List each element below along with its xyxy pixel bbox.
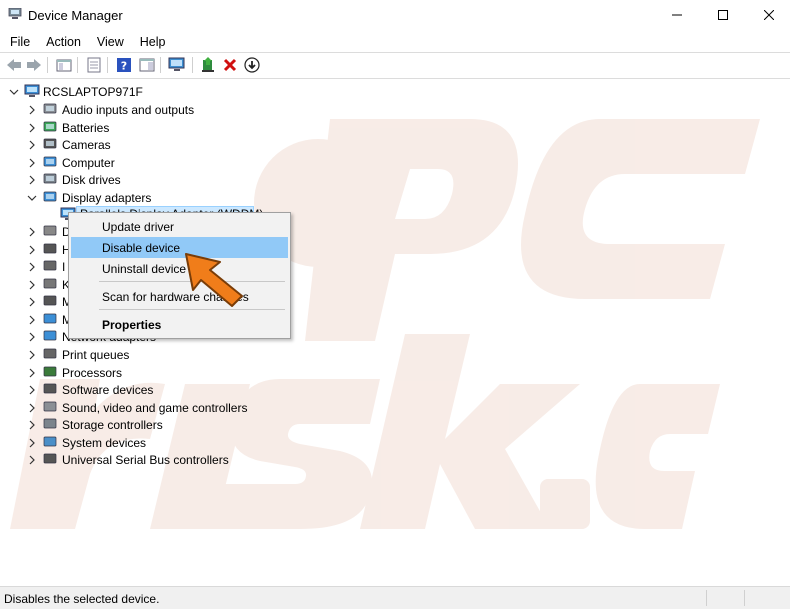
- chevron-right-icon[interactable]: [27, 245, 37, 255]
- chevron-right-icon[interactable]: [27, 227, 37, 237]
- maximize-button[interactable]: [700, 0, 746, 30]
- action-pane-icon[interactable]: [137, 56, 157, 74]
- help-icon[interactable]: ?: [114, 56, 134, 74]
- tree-category-label[interactable]: Print queues: [62, 348, 129, 362]
- network-adapter-icon: [43, 330, 57, 341]
- toolbar-separator: [107, 57, 108, 73]
- toolbar-separator: [160, 57, 161, 73]
- menu-bar: File Action View Help: [0, 32, 790, 52]
- window-title: Device Manager: [28, 8, 123, 23]
- processor-icon: [43, 366, 57, 376]
- disk-drive-icon: [43, 173, 57, 184]
- menu-item-label: Disable device: [102, 241, 181, 255]
- tree-category-label[interactable]: Disk drives: [62, 173, 121, 187]
- usb-icon: [43, 453, 57, 464]
- chevron-right-icon[interactable]: [27, 350, 37, 360]
- menu-item-label: Uninstall device: [102, 262, 187, 276]
- tree-category-label[interactable]: System devices: [62, 436, 146, 450]
- status-divider: [744, 590, 745, 606]
- storage-controller-icon: [43, 418, 57, 429]
- bios-icon: [43, 225, 57, 236]
- update-driver-icon[interactable]: [198, 56, 218, 74]
- chevron-right-icon[interactable]: [27, 385, 37, 395]
- chevron-right-icon[interactable]: [27, 403, 37, 413]
- menu-file[interactable]: File: [4, 35, 36, 49]
- close-button[interactable]: [746, 0, 790, 30]
- tree-category-label[interactable]: Sound, video and game controllers: [62, 401, 247, 415]
- menu-item-properties[interactable]: Properties: [71, 314, 288, 335]
- menu-item-update-driver[interactable]: Update driver: [71, 216, 288, 237]
- tree-category-label[interactable]: Batteries: [62, 121, 109, 135]
- menu-item-label: Update driver: [102, 220, 175, 234]
- forward-icon[interactable]: [24, 56, 44, 74]
- chevron-right-icon[interactable]: [27, 315, 37, 325]
- ide-controller-icon: [43, 260, 57, 271]
- chevron-right-icon[interactable]: [27, 368, 37, 378]
- tree-category-label[interactable]: Cameras: [62, 138, 111, 152]
- tree-category-label[interactable]: Software devices: [62, 383, 153, 397]
- monitor-icon: [43, 313, 57, 323]
- toolbar: ?: [0, 52, 790, 79]
- tree-category-label[interactable]: Audio inputs and outputs: [62, 103, 194, 117]
- chevron-right-icon[interactable]: [27, 420, 37, 430]
- keyboard-hid-icon: [43, 243, 57, 253]
- chevron-right-icon[interactable]: [27, 280, 37, 290]
- chevron-right-icon[interactable]: [27, 438, 37, 448]
- chevron-right-icon[interactable]: [27, 123, 37, 133]
- chevron-right-icon[interactable]: [27, 140, 37, 150]
- keyboard-icon: [43, 278, 57, 288]
- software-device-icon: [43, 383, 57, 394]
- sound-icon: [43, 401, 57, 411]
- chevron-down-icon[interactable]: [27, 193, 37, 203]
- tree-root-label[interactable]: RCSLAPTOP971F: [43, 85, 143, 99]
- status-text: Disables the selected device.: [4, 592, 160, 606]
- menu-item-label: Properties: [102, 318, 162, 332]
- menu-help[interactable]: Help: [134, 35, 172, 49]
- svg-text:?: ?: [121, 60, 127, 73]
- status-bar: Disables the selected device.: [0, 586, 790, 609]
- chevron-right-icon[interactable]: [27, 297, 37, 307]
- speaker-icon: [43, 103, 57, 114]
- chevron-right-icon[interactable]: [27, 332, 37, 342]
- camera-icon: [43, 138, 57, 149]
- scan-hardware-icon[interactable]: [167, 56, 187, 74]
- battery-icon: [43, 121, 57, 131]
- menu-action[interactable]: Action: [40, 35, 87, 49]
- tree-category-label[interactable]: Computer: [62, 156, 115, 170]
- tree-category-label[interactable]: Universal Serial Bus controllers: [62, 453, 229, 467]
- properties-icon[interactable]: [84, 56, 104, 74]
- computer-icon: [24, 84, 40, 97]
- tree-category-label[interactable]: I: [62, 260, 65, 274]
- toolbar-separator: [192, 57, 193, 73]
- disable-icon[interactable]: [242, 56, 262, 74]
- toolbar-separator: [47, 57, 48, 73]
- chevron-right-icon[interactable]: [27, 262, 37, 272]
- back-icon[interactable]: [4, 56, 24, 74]
- chevron-right-icon[interactable]: [27, 158, 37, 168]
- mouse-icon: [43, 295, 57, 306]
- chevron-right-icon[interactable]: [27, 455, 37, 465]
- uninstall-icon[interactable]: [220, 56, 240, 74]
- minimize-button[interactable]: [654, 0, 700, 30]
- status-divider: [706, 590, 707, 606]
- printer-icon: [43, 348, 57, 359]
- toolbar-separator: [77, 57, 78, 73]
- chevron-right-icon[interactable]: [27, 175, 37, 185]
- chevron-right-icon[interactable]: [27, 105, 37, 115]
- display-adapter-icon: [43, 191, 57, 201]
- device-manager-app-icon: [8, 7, 22, 20]
- title-bar: Device Manager: [0, 0, 790, 31]
- tree-category-label[interactable]: Display adapters: [62, 191, 151, 205]
- chevron-down-icon[interactable]: [9, 87, 19, 97]
- system-device-icon: [43, 436, 57, 446]
- menu-view[interactable]: View: [91, 35, 130, 49]
- monitor-icon: [43, 156, 57, 166]
- pointer-arrow-icon: [185, 253, 243, 307]
- tree-category-label[interactable]: Processors: [62, 366, 122, 380]
- tree-category-label[interactable]: Storage controllers: [62, 418, 163, 432]
- show-hide-tree-icon[interactable]: [54, 56, 74, 74]
